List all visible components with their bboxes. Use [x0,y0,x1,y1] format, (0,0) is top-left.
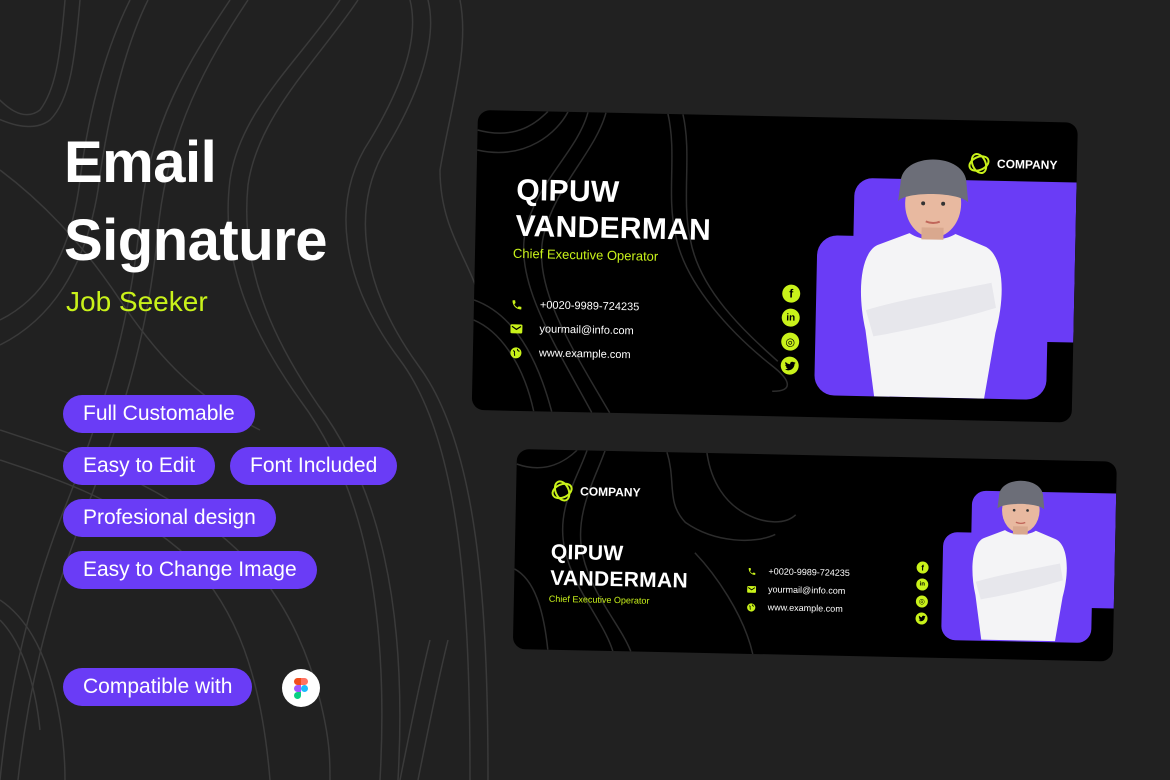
contact-email: yourmail@info.com [746,584,845,596]
signature-name: QIPUW VANDERMAN [515,173,712,249]
contact-website: www.example.com [509,347,631,362]
title-line-2: Signature [64,208,328,273]
profile-photo [860,159,1002,399]
feature-badge-full-customable: Full Customable [63,395,255,433]
title-line-1: Email [64,130,217,195]
website-text: www.example.com [538,347,631,362]
job-title: Chief Executive Operator [548,593,650,606]
feature-badge-professional-design: Profesional design [63,499,276,537]
last-name: VANDERMAN [550,566,689,593]
mail-icon [746,585,756,593]
company-name: COMPANY [579,484,641,500]
globe-icon [509,347,523,359]
contact-website: www.example.com [746,602,843,614]
feature-badge-easy-change-image: Easy to Change Image [63,551,317,589]
feature-badge-font-included: Font Included [230,447,398,485]
signature-card-small: COMPANY QIPUW VANDERMAN Chief Executive … [512,449,1117,662]
feature-badge-easy-to-edit: Easy to Edit [63,447,216,485]
phone-icon [746,566,756,575]
company-logo: COMPANY [550,480,641,504]
website-text: www.example.com [767,602,843,614]
last-name: VANDERMAN [515,209,712,247]
profile-photo [972,480,1067,642]
contact-email: yourmail@info.com [509,323,634,338]
job-title: Chief Executive Operator [512,245,659,264]
subtitle: Job Seeker [66,286,208,317]
phone-text: +0020-9989-724235 [768,566,850,578]
compatible-with-badge: Compatible with [63,668,253,706]
globe-icon [746,602,756,612]
email-text: yourmail@info.com [768,584,846,596]
phone-text: +0020-9989-724235 [539,299,640,314]
figma-icon [282,669,320,707]
first-name: QIPUW [515,173,620,209]
phone-icon [510,299,524,311]
email-text: yourmail@info.com [539,323,634,338]
page-title: Email Signature [64,124,328,280]
company-logo-icon [551,480,573,502]
signature-name: QIPUW VANDERMAN [550,540,689,595]
contact-phone: +0020-9989-724235 [746,566,850,578]
mail-icon [509,324,523,334]
first-name: QIPUW [550,540,624,566]
signature-card-large: QIPUW VANDERMAN Chief Executive Operator… [471,110,1078,423]
